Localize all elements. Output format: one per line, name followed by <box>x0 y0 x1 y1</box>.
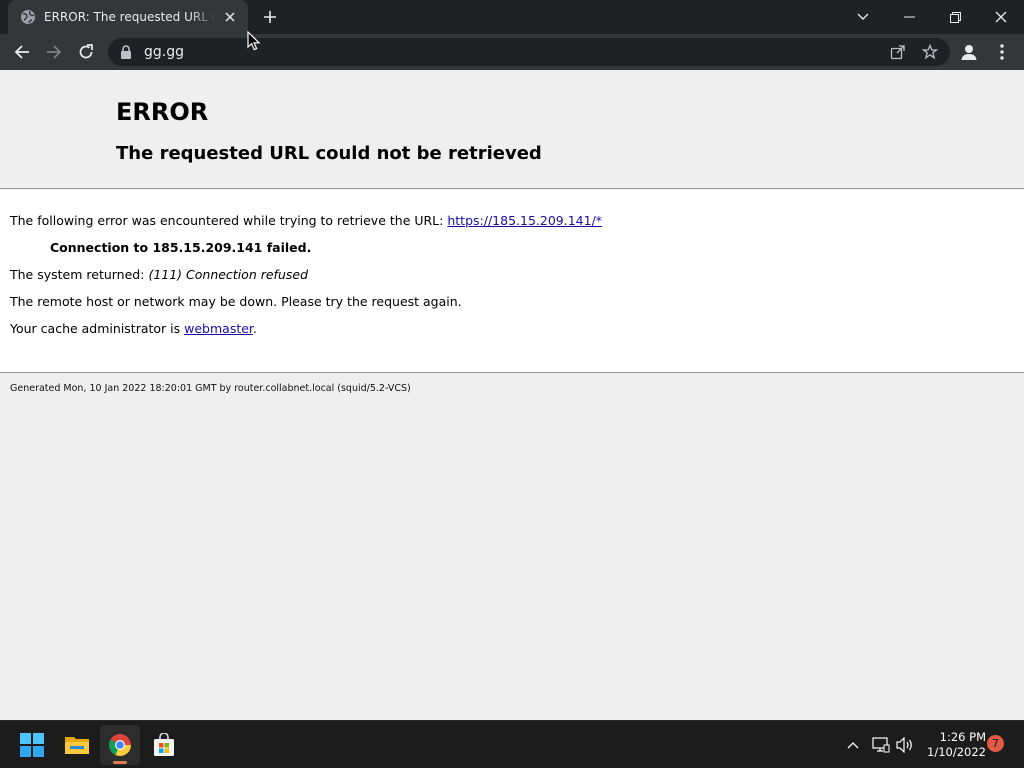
error-subtitle: The requested URL could not be retrieved <box>116 143 542 164</box>
minimize-icon <box>903 16 915 18</box>
clock-date: 1/10/2022 <box>927 745 986 759</box>
active-app-indicator <box>113 761 127 764</box>
bookmark-star-icon[interactable] <box>922 44 938 60</box>
new-tab-button[interactable] <box>258 5 282 29</box>
arrow-left-icon <box>14 45 29 59</box>
mouse-cursor-icon <box>247 31 261 51</box>
system-returned-detail: (111) Connection refused <box>148 267 309 282</box>
system-returned-label: The system returned: <box>10 267 145 282</box>
error-line-url-text: The following error was encountered whil… <box>10 213 444 228</box>
chrome-taskbar-button[interactable] <box>100 725 140 765</box>
cache-admin-suffix: . <box>252 321 257 336</box>
chevron-up-icon <box>847 742 859 749</box>
error-line-url: The following error was encountered whil… <box>10 213 602 228</box>
restore-button[interactable] <box>932 0 978 34</box>
system-clock[interactable]: 1:26 PM 1/10/2022 <box>922 730 986 760</box>
volume-icon <box>896 737 912 753</box>
close-icon <box>995 11 1007 23</box>
browser-toolbar: gg.gg <box>0 34 1024 70</box>
notification-badge[interactable]: 7 <box>987 735 1004 752</box>
more-vertical-icon <box>1000 44 1004 60</box>
file-explorer-icon <box>65 737 89 754</box>
clock-time: 1:26 PM <box>939 730 986 744</box>
lock-icon[interactable] <box>120 45 132 59</box>
generated-footer: Generated Mon, 10 Jan 2022 18:20:01 GMT … <box>10 383 411 394</box>
reload-button[interactable] <box>72 38 100 66</box>
close-window-button[interactable] <box>978 0 1024 34</box>
tab-title: ERROR: The requested URL could not be re… <box>44 10 216 24</box>
tab-search-button[interactable] <box>840 0 886 34</box>
volume-tray-button[interactable] <box>895 735 915 755</box>
remote-host-text: The remote host or network may be down. … <box>10 294 462 309</box>
globe-icon <box>21 10 35 24</box>
menu-button[interactable] <box>988 38 1016 66</box>
tab-strip: ERROR: The requested URL could not be re… <box>0 0 1024 34</box>
start-icon <box>20 733 44 757</box>
start-button[interactable] <box>12 725 52 765</box>
address-bar[interactable]: gg.gg <box>108 38 950 66</box>
cache-admin-label: Your cache administrator is <box>10 321 181 336</box>
system-returned-line: The system returned: (111) Connection re… <box>10 267 308 282</box>
profile-button[interactable] <box>955 38 983 66</box>
file-explorer-button[interactable] <box>57 725 97 765</box>
connection-failed-text: Connection to 185.15.209.141 failed. <box>50 240 312 255</box>
error-body: The following error was encountered whil… <box>0 190 1024 373</box>
web-page: ERROR The requested URL could not be ret… <box>0 70 1024 720</box>
cache-admin-line: Your cache administrator is webmaster. <box>10 321 257 336</box>
requested-url-link[interactable]: https://185.15.209.141/* <box>447 213 602 228</box>
chrome-icon <box>109 734 131 756</box>
error-title: ERROR <box>116 98 209 126</box>
restore-icon <box>949 11 961 23</box>
error-header: ERROR The requested URL could not be ret… <box>0 70 1024 189</box>
share-icon[interactable] <box>890 44 906 60</box>
show-hidden-icons-button[interactable] <box>843 735 863 755</box>
arrow-right-icon <box>47 45 62 59</box>
webmaster-link[interactable]: webmaster <box>184 321 253 336</box>
close-tab-icon[interactable] <box>222 9 238 25</box>
network-icon <box>872 737 890 753</box>
store-icon <box>154 733 174 756</box>
forward-button[interactable] <box>40 38 68 66</box>
plus-icon <box>264 11 276 23</box>
minimize-button[interactable] <box>886 0 932 34</box>
browser-tab[interactable]: ERROR: The requested URL could not be re… <box>8 0 248 34</box>
back-button[interactable] <box>8 38 36 66</box>
reload-icon <box>79 44 93 59</box>
chevron-down-icon <box>857 13 869 20</box>
taskbar: 1:26 PM 1/10/2022 <box>0 720 1024 768</box>
store-button[interactable] <box>144 725 184 765</box>
profile-icon <box>961 45 977 60</box>
network-tray-button[interactable] <box>871 735 891 755</box>
url-text[interactable]: gg.gg <box>144 44 184 60</box>
